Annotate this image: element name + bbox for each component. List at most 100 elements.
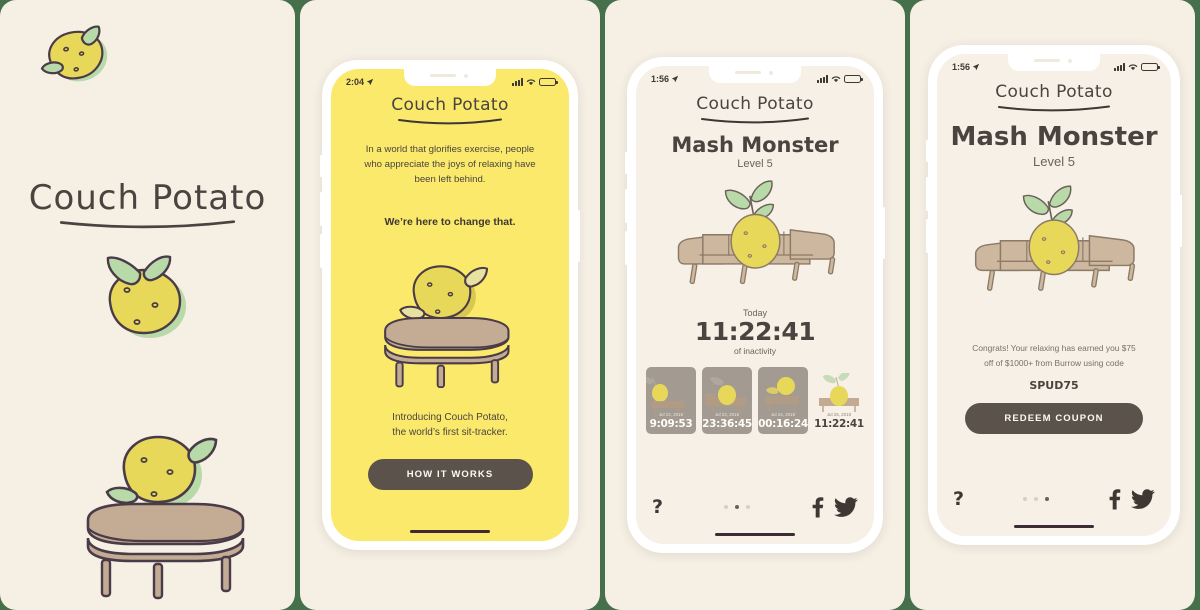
phone-volume-down	[625, 231, 628, 265]
monster-name: Mash Monster	[950, 122, 1158, 152]
history-item[interactable]: Jul 22, 2018 9:09:53	[646, 366, 696, 434]
twitter-icon[interactable]	[1131, 489, 1155, 509]
bottom-bar-reward: ?	[937, 486, 1171, 512]
onboarding-card: 2:04 Couch Potato In a world that glorif…	[300, 0, 600, 610]
reward-screen: 1:56 Couch Potato Mash Monster Level 5 C…	[937, 54, 1171, 536]
earpiece-speaker	[430, 74, 456, 77]
phone-volume-up	[320, 192, 323, 226]
phone-screen-onboarding: 2:04 Couch Potato In a world that glorif…	[331, 69, 569, 541]
page-dot[interactable]	[1033, 497, 1038, 501]
home-indicator[interactable]	[715, 533, 795, 536]
wifi-icon	[831, 76, 841, 83]
earpiece-speaker	[735, 71, 761, 74]
battery-icon	[844, 75, 863, 83]
history-date: Jul 25, 2018	[826, 411, 852, 417]
social-links	[1107, 488, 1155, 510]
history-time: 9:09:53	[649, 417, 693, 430]
social-links	[810, 496, 858, 518]
history-date: Jul 23, 2018	[714, 411, 740, 417]
phone-mute-switch	[320, 155, 323, 177]
page-dot[interactable]	[723, 505, 728, 509]
facebook-icon[interactable]	[1107, 488, 1122, 510]
phone-power-button	[577, 210, 580, 262]
how-it-works-button[interactable]: HOW IT WORKS	[367, 458, 533, 490]
history-time: 23:36:45	[702, 417, 752, 430]
potato-icon	[40, 25, 108, 82]
reward-card: 1:56 Couch Potato Mash Monster Level 5 C…	[910, 0, 1195, 610]
page-title: Couch Potato	[28, 178, 267, 218]
history-illustration-icon	[646, 376, 684, 413]
history-thumbnails: Jul 22, 2018 9:09:53 Jul 23, 2018 23:36:…	[636, 366, 874, 434]
sprout-potato-on-couch-icon	[677, 180, 835, 285]
phone-notch	[404, 69, 496, 86]
front-camera	[464, 74, 468, 78]
history-illustration-icon	[819, 372, 859, 412]
twitter-icon[interactable]	[834, 497, 858, 517]
help-button[interactable]: ?	[652, 497, 663, 517]
tracker-card: 1:56 Couch Potato Mash Monster Level 5 T…	[605, 0, 905, 610]
history-item[interactable]: Jul 24, 2018 00:16:24	[758, 366, 808, 434]
title-underline-arc	[59, 220, 236, 229]
onboarding-tagline: We’re here to change that.	[384, 215, 516, 228]
monster-level: Level 5	[737, 158, 773, 170]
coupon-code: SPUD75	[1029, 379, 1079, 393]
phone-volume-down	[320, 234, 323, 268]
location-arrow-icon	[972, 63, 980, 71]
logo-underline-arc	[398, 118, 502, 125]
page-dot[interactable]	[1022, 497, 1027, 501]
page-dot[interactable]	[745, 505, 750, 509]
today-timer: 11:22:41	[694, 317, 816, 346]
history-illustration-icon	[705, 376, 746, 412]
monster-level: Level 5	[1033, 154, 1075, 169]
location-arrow-icon	[671, 75, 679, 83]
cellular-bars-icon	[512, 78, 523, 86]
phone-mockup-tracker: 1:56 Couch Potato Mash Monster Level 5 T…	[625, 57, 885, 553]
home-indicator[interactable]	[1014, 525, 1094, 528]
coupon-message-line1: Congrats! Your relaxing has earned you $…	[972, 343, 1136, 353]
phone-volume-up	[926, 177, 929, 211]
phone-screen-reward: 1:56 Couch Potato Mash Monster Level 5 C…	[937, 54, 1171, 536]
hero-title-block: Couch Potato	[0, 178, 295, 230]
battery-icon	[1141, 63, 1160, 71]
logo-underline-arc	[701, 117, 809, 124]
onboarding-subtext: Introducing Couch Potato, the world’s fi…	[331, 410, 569, 441]
battery-icon	[539, 78, 558, 86]
logo-underline-arc	[998, 105, 1110, 112]
hero-card: Couch Potato	[0, 0, 295, 610]
phone-volume-down	[926, 219, 929, 253]
onboarding-screen: 2:04 Couch Potato In a world that glorif…	[331, 69, 569, 541]
history-date: Jul 24, 2018	[770, 411, 796, 417]
history-item[interactable]: Jul 23, 2018 23:36:45	[702, 366, 752, 434]
wifi-icon	[526, 79, 536, 86]
history-item-current[interactable]: Jul 25, 2018 11:22:41	[814, 367, 864, 434]
page-indicator-dots	[663, 505, 810, 509]
app-logo-text: Couch Potato	[995, 82, 1113, 102]
phone-mockup-onboarding: 2:04 Couch Potato In a world that glorif…	[320, 60, 580, 550]
status-time: 1:56	[952, 62, 971, 72]
app-logo-text: Couch Potato	[391, 95, 509, 115]
page-dot-active[interactable]	[734, 505, 739, 509]
redeem-coupon-button[interactable]: REDEEM COUPON	[965, 403, 1143, 435]
page-dot-active[interactable]	[1044, 497, 1049, 501]
phone-mute-switch	[926, 140, 929, 162]
monster-name: Mash Monster	[671, 133, 839, 157]
phone-power-button	[1179, 195, 1182, 247]
sprout-potato-on-couch-icon	[974, 185, 1136, 291]
coupon-message-line2: off of $1000+ from Burrow using code	[984, 357, 1124, 368]
phone-power-button	[882, 207, 885, 259]
status-time: 2:04	[346, 77, 365, 87]
facebook-icon[interactable]	[810, 496, 825, 518]
wifi-icon	[1128, 64, 1138, 71]
phone-mute-switch	[625, 152, 628, 174]
app-logo-text: Couch Potato	[696, 94, 814, 114]
onboarding-paragraph: In a world that glorifies exercise, peop…	[364, 144, 536, 185]
history-time: 11:22:41	[814, 417, 864, 430]
phone-volume-up	[625, 189, 628, 223]
potato-on-ottoman-icon	[86, 435, 245, 600]
onboarding-subtext-line1: Introducing Couch Potato,	[392, 411, 508, 423]
screenshot-stage: Couch Potato 2:04 Couch Potato In a worl…	[0, 0, 1200, 610]
page-indicator-dots	[964, 497, 1107, 501]
home-indicator[interactable]	[410, 530, 490, 533]
history-illustration-icon	[765, 376, 799, 411]
help-button[interactable]: ?	[953, 489, 964, 509]
